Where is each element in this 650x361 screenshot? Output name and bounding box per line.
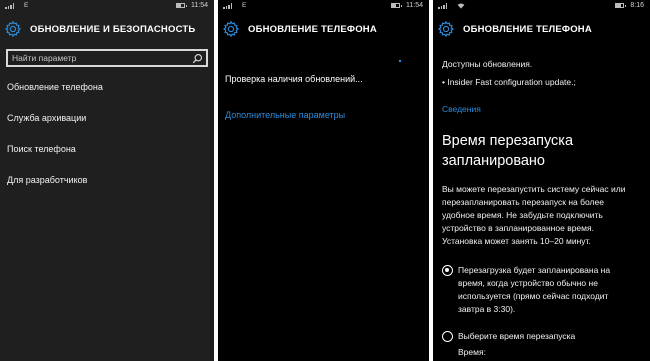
search-icon[interactable] — [192, 53, 203, 64]
menu-item-developers[interactable]: Для разработчиков — [7, 175, 214, 206]
time-label: Время: — [458, 347, 486, 357]
update-list-item: • Insider Fast configuration update.; — [442, 77, 576, 87]
phone-update-available-panel: 8:16 ОБНОВЛЕНИЕ ТЕЛЕФОНА Доступны обновл… — [433, 0, 650, 361]
page-title: ОБНОВЛЕНИЕ ТЕЛЕФОНА — [248, 23, 377, 35]
page-title: ОБНОВЛЕНИЕ ТЕЛЕФОНА — [463, 23, 592, 35]
menu-item-find-phone[interactable]: Поиск телефона — [7, 144, 214, 175]
search-placeholder: Найти параметр — [12, 53, 77, 63]
signal-icon — [438, 3, 447, 9]
restart-heading-line1: Время перезапуска — [442, 133, 574, 149]
choose-time-label[interactable]: Выберите время перезапуска — [458, 330, 575, 343]
checking-status: Проверка наличия обновлений... — [225, 74, 363, 84]
phone-update-checking-panel: E 11:54 ОБНОВЛЕНИЕ ТЕЛЕФОНА Проверка нал… — [218, 0, 429, 361]
clock: 11:54 — [406, 2, 423, 9]
choose-time-radio[interactable] — [442, 331, 453, 342]
battery-icon — [176, 3, 187, 8]
scheduled-restart-radio[interactable] — [442, 265, 453, 276]
details-link[interactable]: Сведения — [442, 103, 481, 116]
page-header: ОБНОВЛЕНИЕ ТЕЛЕФОНА — [433, 14, 650, 44]
description-line: перезапланировать перезапуск на более — [442, 197, 604, 207]
page-title: ОБНОВЛЕНИЕ И БЕЗОПАСНОСТЬ — [30, 23, 196, 35]
gear-icon — [437, 20, 455, 38]
description-line: Установка может занять 10–20 минут. — [442, 236, 591, 246]
restart-heading-line2: запланировано — [442, 153, 546, 169]
network-type: E — [242, 2, 247, 9]
status-bar: 8:16 — [433, 0, 650, 14]
option1-line[interactable]: завтра в 3:30). — [458, 303, 515, 316]
gear-icon — [4, 20, 22, 38]
menu-item-backup[interactable]: Служба архивации — [7, 113, 214, 144]
status-bar: E 11:54 — [0, 0, 214, 14]
description-line: удобное время. Не забудьте подключить — [442, 210, 603, 220]
description-line: Вы можете перезапустить систему сейчас и… — [442, 184, 626, 194]
page-header: ОБНОВЛЕНИЕ И БЕЗОПАСНОСТЬ — [0, 14, 214, 44]
gear-icon — [222, 20, 240, 38]
signal-icon — [223, 3, 232, 9]
menu-item-phone-update[interactable]: Обновление телефона — [7, 82, 214, 113]
option1-line[interactable]: Перезагрузка будет запланирована на — [458, 264, 610, 277]
network-type: E — [24, 2, 29, 9]
option1-line[interactable]: используется (прямо сейчас подходит — [458, 290, 608, 303]
settings-menu: Обновление телефона Служба архивации Пои… — [0, 82, 214, 206]
search-input[interactable]: Найти параметр — [6, 49, 208, 67]
battery-icon — [615, 3, 627, 8]
clock: 8:16 — [630, 2, 644, 9]
option1-line[interactable]: время, когда устройство обычно не — [458, 277, 598, 290]
progress-dot — [399, 60, 401, 62]
settings-update-security-panel: E 11:54 ОБНОВЛЕНИЕ И БЕЗОПАСНОСТЬ Найти … — [0, 0, 214, 361]
status-bar: E 11:54 — [218, 0, 429, 14]
clock: 11:54 — [191, 2, 208, 9]
page-header: ОБНОВЛЕНИЕ ТЕЛЕФОНА — [218, 14, 429, 44]
updates-available-text: Доступны обновления. — [442, 59, 533, 69]
description-line: устройство в запланированное время. — [442, 223, 594, 233]
wifi-icon — [457, 3, 465, 9]
signal-icon — [5, 3, 14, 9]
advanced-options-link[interactable]: Дополнительные параметры — [225, 110, 345, 120]
battery-icon — [391, 3, 402, 8]
